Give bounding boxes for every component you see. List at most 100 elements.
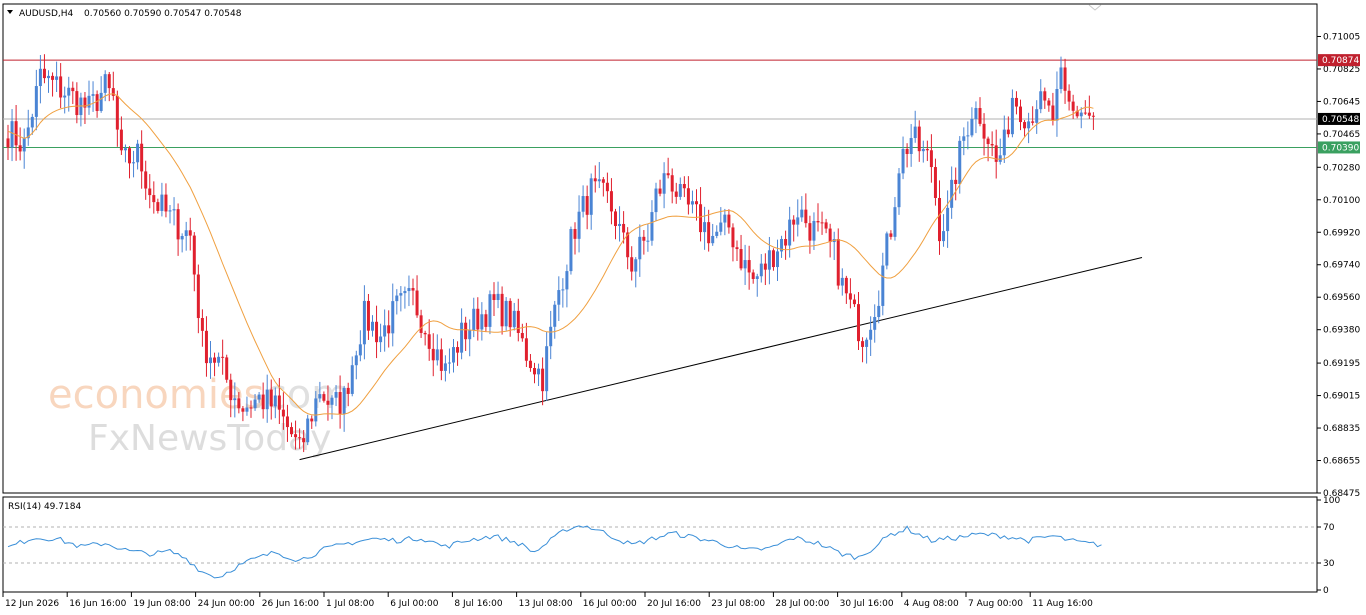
candle-body: [6, 138, 10, 148]
candle-body: [889, 233, 893, 237]
candle-body: [739, 249, 743, 269]
candle-body: [423, 332, 427, 335]
candle-body: [419, 315, 423, 333]
candle-body: [585, 196, 589, 215]
candle-body: [310, 418, 314, 422]
candle-body: [103, 74, 107, 93]
candle-body: [589, 178, 593, 215]
candle-body: [407, 288, 411, 292]
candle-body: [435, 349, 439, 361]
price-tick-label: 0.70465: [1323, 130, 1360, 140]
candle-body: [528, 360, 532, 369]
moving-average-layer: [7, 93, 1094, 416]
candle-body: [403, 291, 407, 294]
candle-body: [824, 222, 828, 229]
candle-body: [1051, 105, 1055, 121]
candle-body: [695, 201, 698, 205]
candle-body: [504, 300, 508, 327]
ascending-trendline[interactable]: [299, 257, 1143, 461]
candle-body: [751, 272, 755, 279]
candle-body: [686, 188, 690, 205]
candle-body: [954, 179, 958, 185]
candle-body: [314, 398, 318, 422]
candle-body: [719, 222, 723, 232]
candle-body: [184, 230, 188, 237]
candle-body: [379, 336, 383, 343]
candle-body: [974, 108, 978, 119]
candle-body: [269, 389, 273, 407]
time-tick-label: 19 Jun 08:00: [133, 599, 190, 609]
candle-body: [225, 357, 229, 380]
candle-body: [253, 399, 257, 409]
candle-body: [508, 300, 512, 328]
candle-body: [229, 379, 233, 401]
candle-body: [488, 294, 492, 327]
dropdown-triangle-icon[interactable]: [7, 10, 13, 14]
candle-body: [755, 276, 759, 279]
candle-body: [346, 387, 350, 394]
candle-body: [1019, 106, 1022, 123]
trendline-layer: [299, 257, 1143, 461]
horizontal-levels: [3, 59, 1317, 148]
candle-body: [99, 92, 103, 111]
candle-body: [998, 155, 1002, 162]
candle-body: [415, 290, 419, 316]
candle-body: [354, 355, 358, 366]
rsi-axis: 100 70 30 0: [1317, 496, 1340, 596]
candle-body: [480, 314, 484, 330]
candle-body: [650, 212, 654, 241]
candle-body: [306, 418, 310, 443]
candle-body: [38, 68, 42, 87]
candle-body: [144, 171, 148, 189]
candle-body: [581, 196, 585, 212]
candle-body: [707, 222, 711, 244]
candle-body: [897, 173, 901, 208]
scroll-shift-icon[interactable]: [1088, 4, 1102, 11]
candle-body: [472, 308, 476, 331]
candle-body: [204, 330, 208, 364]
time-tick-label: 24 Jun 00:00: [198, 599, 255, 609]
price-badge-label-current: 0.70548: [1322, 115, 1359, 125]
candle-body: [812, 220, 816, 241]
candle-body: [905, 148, 909, 154]
candle-body: [452, 347, 455, 363]
candle-body: [281, 409, 285, 417]
time-tick-label: 13 Jul 08:00: [519, 599, 573, 609]
price-badge-label-support: 0.70390: [1322, 143, 1359, 153]
price-tick-label: 0.69560: [1323, 293, 1360, 303]
candle-body: [140, 143, 144, 172]
candle-body: [670, 175, 674, 192]
candle-body: [929, 150, 933, 168]
candle-body: [893, 207, 897, 237]
candle-body: [784, 239, 788, 246]
symbol-label: AUDUSD,H4: [19, 9, 74, 19]
candle-body: [601, 179, 605, 183]
candle-body: [873, 317, 877, 330]
candle-body: [731, 227, 735, 248]
candle-body: [1047, 100, 1051, 106]
candle-body: [148, 188, 152, 196]
candle-body: [245, 407, 249, 412]
watermark-brand-c: FxNewsToday: [88, 418, 331, 459]
candle-body: [51, 75, 55, 80]
time-tick-label: 16 Jul 00:00: [583, 599, 637, 609]
candle-body: [217, 356, 221, 363]
price-tick-label: 0.69380: [1323, 326, 1360, 336]
chart-canvas[interactable]: economies .com FxNewsToday AUDUSD,H4 0.7…: [0, 0, 1366, 615]
candle-body: [792, 219, 796, 225]
candle-body: [852, 299, 856, 305]
candle-body: [447, 362, 451, 364]
candle-body: [942, 231, 946, 242]
price-tick-label: 0.69740: [1323, 261, 1360, 271]
candle-body: [1055, 89, 1059, 121]
candle-body: [763, 263, 767, 270]
candle-body: [630, 257, 634, 272]
candle-body: [541, 368, 545, 392]
candle-body: [699, 204, 703, 233]
candle-body: [395, 295, 399, 302]
candle-body: [257, 394, 261, 400]
candle-body: [439, 349, 443, 371]
candle-body: [1091, 115, 1095, 117]
candle-body: [966, 135, 970, 137]
candle-body: [196, 274, 200, 319]
